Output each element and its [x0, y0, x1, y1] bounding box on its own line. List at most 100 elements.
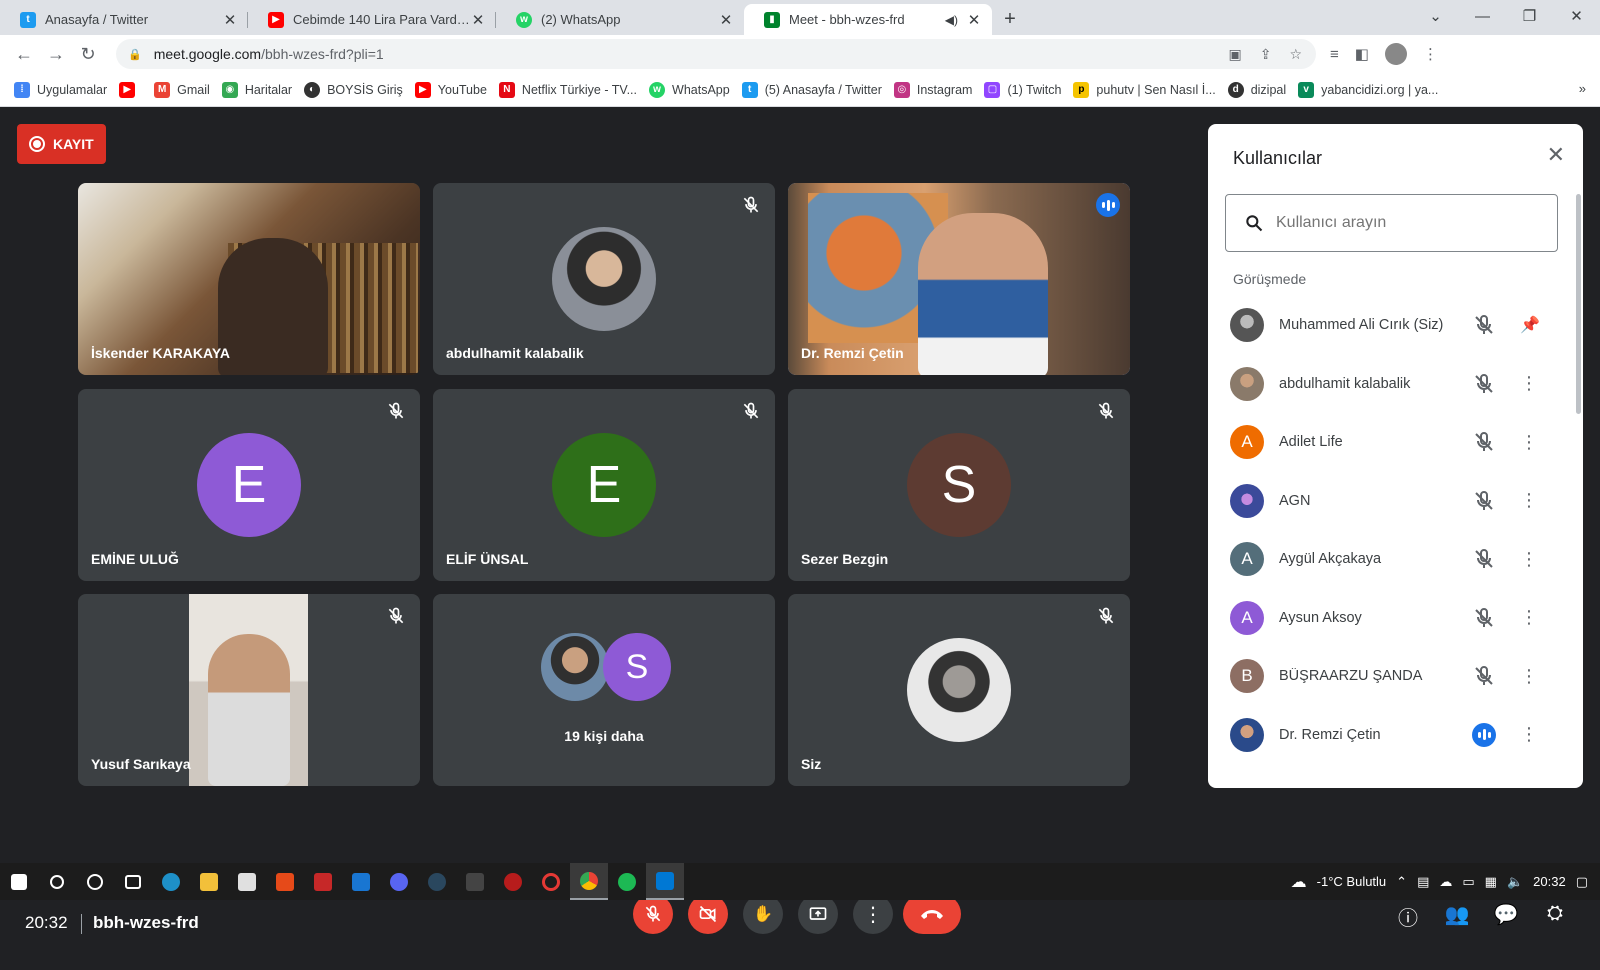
microphone-toggle-button[interactable]: [633, 894, 673, 934]
participant-tile[interactable]: E EMİNE ULUĞ: [78, 389, 420, 581]
onedrive-icon[interactable]: ☁: [1439, 874, 1452, 890]
tab-search-icon[interactable]: ⌄: [1412, 0, 1459, 35]
bookmark-apps[interactable]: ⁞ Uygulamalar: [14, 81, 107, 98]
more-options-icon[interactable]: ⋮: [1520, 490, 1538, 511]
tab-meet[interactable]: ▮ Meet - bbh-wzes-frd ◀) ✕: [744, 4, 992, 35]
close-tab-icon[interactable]: ✕: [718, 11, 734, 29]
address-bar[interactable]: 🔒 meet.google.com/bbh-wzes-frd?pli=1 ▣ ⇪…: [116, 39, 1316, 69]
back-icon[interactable]: ←: [8, 44, 40, 65]
user-row[interactable]: Dr. Remzi Çetin ⋮: [1208, 706, 1583, 765]
user-row[interactable]: A Adilet Life ⋮: [1208, 413, 1583, 472]
speaker-icon[interactable]: ◀): [945, 13, 958, 27]
pin-icon[interactable]: 📌: [1520, 315, 1540, 335]
chat-icon[interactable]: 💬: [1493, 902, 1519, 928]
taskbar-chrome[interactable]: [570, 863, 608, 900]
bookmark-twitch[interactable]: ▢ (1) Twitch: [984, 81, 1061, 98]
battery-icon[interactable]: ▭: [1462, 874, 1474, 890]
minimize-button[interactable]: —: [1459, 0, 1506, 35]
tray-expand-icon[interactable]: ⌃: [1396, 874, 1407, 890]
network-icon[interactable]: ▦: [1485, 874, 1497, 890]
close-tab-icon[interactable]: ✕: [222, 11, 238, 29]
more-options-icon[interactable]: ⋮: [1520, 432, 1538, 453]
maximize-button[interactable]: ❐: [1506, 0, 1553, 35]
more-options-icon[interactable]: ⋮: [1520, 373, 1538, 394]
taskbar-app[interactable]: [304, 863, 342, 900]
user-row[interactable]: abdulhamit kalabalik ⋮: [1208, 355, 1583, 414]
participant-tile[interactable]: S Sezer Bezgin: [788, 389, 1130, 581]
raise-hand-button[interactable]: ✋: [743, 894, 783, 934]
taskbar-photos[interactable]: [646, 863, 684, 900]
new-tab-button[interactable]: +: [992, 4, 1028, 35]
bookmark-netflix[interactable]: N Netflix Türkiye - TV...: [498, 81, 637, 98]
camera-blocked-icon[interactable]: ▣: [1228, 46, 1241, 63]
media-control-icon[interactable]: ≡: [1330, 46, 1339, 63]
bookmark-youtube-short[interactable]: ▶: [119, 81, 142, 98]
taskbar-store[interactable]: [228, 863, 266, 900]
tray-device-icon[interactable]: ▤: [1417, 874, 1429, 890]
search-input[interactable]: [1276, 214, 1536, 232]
taskbar-office[interactable]: [266, 863, 304, 900]
taskbar-explorer[interactable]: [190, 863, 228, 900]
self-tile[interactable]: Siz: [788, 594, 1130, 786]
close-tab-icon[interactable]: ✕: [470, 11, 486, 29]
taskbar-spotify[interactable]: [608, 863, 646, 900]
leave-call-button[interactable]: [903, 894, 961, 934]
more-options-icon[interactable]: ⋮: [1520, 724, 1538, 745]
cortana-button[interactable]: [76, 863, 114, 900]
task-view-button[interactable]: [114, 863, 152, 900]
taskbar-app-red[interactable]: [494, 863, 532, 900]
user-row[interactable]: A Aysun Aksoy ⋮: [1208, 589, 1583, 648]
more-options-button[interactable]: ⋮: [853, 894, 893, 934]
close-window-button[interactable]: ✕: [1553, 0, 1600, 35]
share-icon[interactable]: ⇪: [1260, 46, 1272, 63]
reload-icon[interactable]: ↻: [72, 44, 104, 65]
search-button[interactable]: [38, 863, 76, 900]
bookmark-puhutv[interactable]: p puhutv | Sen Nasıl İ...: [1073, 81, 1216, 98]
browser-menu-icon[interactable]: ⋮: [1423, 45, 1438, 63]
tab-twitter[interactable]: t Anasayfa / Twitter ✕: [0, 4, 248, 35]
taskbar-clock[interactable]: 20:32: [1533, 874, 1566, 889]
close-icon[interactable]: ✕: [1547, 142, 1565, 168]
participant-tile[interactable]: İskender KARAKAYA: [78, 183, 420, 375]
user-row[interactable]: AGN ⋮: [1208, 472, 1583, 531]
bookmark-boysis[interactable]: ◐ BOYSİS Giriş: [304, 81, 403, 98]
more-options-icon[interactable]: ⋮: [1520, 666, 1538, 687]
participant-tile[interactable]: abdulhamit kalabalik: [433, 183, 775, 375]
people-icon[interactable]: 👥: [1444, 902, 1470, 928]
user-search-field[interactable]: [1225, 194, 1558, 252]
present-screen-button[interactable]: [798, 894, 838, 934]
recording-indicator[interactable]: KAYIT: [17, 124, 106, 164]
taskbar-steam[interactable]: [418, 863, 456, 900]
profile-avatar[interactable]: [1384, 43, 1407, 65]
others-tile[interactable]: S 19 kişi daha: [433, 594, 775, 786]
bookmark-maps[interactable]: ◉ Haritalar: [221, 81, 292, 98]
taskbar-edge[interactable]: [152, 863, 190, 900]
bookmark-whatsapp[interactable]: w WhatsApp: [649, 81, 730, 98]
bookmark-star-icon[interactable]: ☆: [1289, 46, 1302, 63]
taskbar-opera[interactable]: [532, 863, 570, 900]
bookmark-dizipal[interactable]: d dizipal: [1227, 81, 1286, 98]
bookmark-gmail[interactable]: M Gmail: [154, 81, 210, 98]
notification-icon[interactable]: ▢: [1576, 874, 1588, 890]
taskbar-epic[interactable]: [456, 863, 494, 900]
taskbar-mail[interactable]: [342, 863, 380, 900]
user-row[interactable]: Muhammed Ali Cırık (Siz) 📌: [1208, 296, 1583, 355]
taskbar-discord[interactable]: [380, 863, 418, 900]
bookmark-youtube[interactable]: ▶ YouTube: [414, 81, 487, 98]
bookmark-instagram[interactable]: ◎ Instagram: [893, 81, 972, 98]
participant-tile[interactable]: E ELİF ÜNSAL: [433, 389, 775, 581]
bookmarks-overflow-button[interactable]: »: [1579, 81, 1586, 96]
more-options-icon[interactable]: ⋮: [1520, 607, 1538, 628]
participant-tile[interactable]: Yusuf Sarıkaya: [78, 594, 420, 786]
meeting-info-icon[interactable]: ⓘ: [1395, 902, 1421, 930]
bookmark-yabancidizi[interactable]: v yabancidizi.org | ya...: [1298, 81, 1438, 98]
more-options-icon[interactable]: ⋮: [1520, 549, 1538, 570]
bookmark-twitter[interactable]: t (5) Anasayfa / Twitter: [741, 81, 882, 98]
volume-icon[interactable]: 🔈: [1507, 874, 1523, 890]
start-button[interactable]: [0, 863, 38, 900]
weather-text[interactable]: -1°C Bulutlu: [1317, 874, 1387, 889]
forward-icon[interactable]: →: [40, 44, 72, 65]
user-row[interactable]: B BÜŞRAARZU ŞANDA ⋮: [1208, 647, 1583, 706]
participant-tile-active-speaker[interactable]: Dr. Remzi Çetin: [788, 183, 1130, 375]
activities-icon[interactable]: ⛭: [1542, 902, 1568, 928]
